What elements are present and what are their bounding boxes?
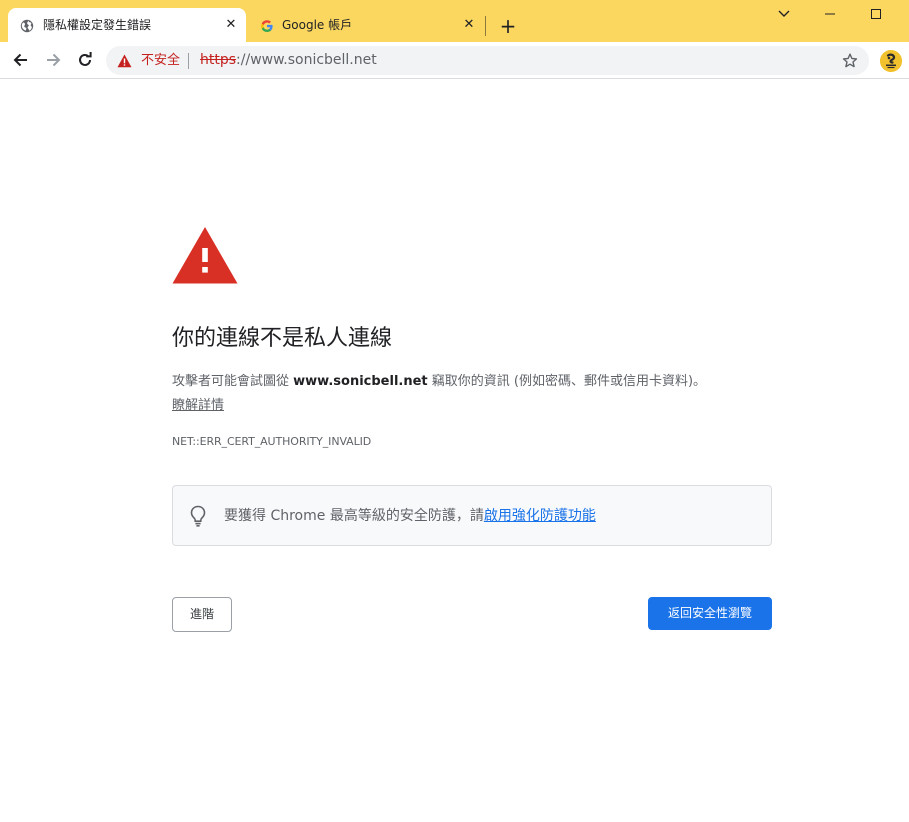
explanation-text-before: 攻擊者可能會試圖從 <box>172 374 294 389</box>
learn-more-link[interactable]: 瞭解詳情 <box>172 396 224 416</box>
globe-icon <box>20 18 34 33</box>
tab-google-account[interactable]: Google 帳戶 ✕ <box>248 8 486 42</box>
minimize-button[interactable] <box>818 4 842 24</box>
tab-title: Google 帳戶 <box>282 18 353 32</box>
browser-toolbar: 不安全 https://www.sonicbell.net <box>0 42 909 79</box>
url-host: ://www.sonicbell.net <box>236 52 377 68</box>
lightbulb-icon <box>189 505 207 527</box>
back-to-safety-button[interactable]: 返回安全性瀏覽 <box>648 597 772 630</box>
security-status-label[interactable]: 不安全 <box>141 52 180 69</box>
not-secure-warning-icon[interactable] <box>117 53 132 68</box>
promo-text: 要獲得 Chrome 最高等級的安全防護，請啟用強化防護功能 <box>224 507 596 525</box>
tab-close-button[interactable]: ✕ <box>461 17 477 33</box>
forward-arrow-icon[interactable] <box>43 50 63 70</box>
explanation-text-after: 竊取你的資訊 (例如密碼、郵件或信用卡資料)。 <box>427 374 707 389</box>
bookmark-star-icon[interactable] <box>841 52 859 70</box>
address-bar[interactable]: 不安全 https://www.sonicbell.net <box>106 46 869 75</box>
reload-icon[interactable] <box>75 50 95 70</box>
tab-close-button[interactable]: ✕ <box>223 17 239 33</box>
enable-enhanced-protection-link[interactable]: 啟用強化防護功能 <box>484 508 596 524</box>
warning-triangle-icon <box>172 226 238 284</box>
address-divider <box>188 53 189 69</box>
url-scheme: https <box>200 52 237 68</box>
maximize-button[interactable] <box>864 4 888 24</box>
enhanced-protection-promo: 要獲得 Chrome 最高等級的安全防護，請啟用強化防護功能 <box>172 485 772 546</box>
url-text[interactable]: https://www.sonicbell.net <box>200 52 377 69</box>
tab-separator <box>485 16 486 36</box>
profile-avatar[interactable] <box>880 50 902 72</box>
advanced-button[interactable]: 進階 <box>172 597 232 632</box>
explanation-host: www.sonicbell.net <box>293 374 428 389</box>
page-title: 你的連線不是私人連線 <box>172 326 393 351</box>
tab-title: 隱私權設定發生錯誤 <box>43 18 152 32</box>
new-tab-button[interactable]: + <box>498 16 518 36</box>
promo-message: 要獲得 Chrome 最高等級的安全防護，請 <box>224 508 484 524</box>
tab-strip: 隱私權設定發生錯誤 ✕ Google 帳戶 ✕ + <box>0 0 909 42</box>
back-arrow-icon[interactable] <box>11 50 31 70</box>
tab-search-chevron-icon[interactable] <box>772 4 796 24</box>
google-g-icon <box>260 18 274 32</box>
tab-privacy-error[interactable]: 隱私權設定發生錯誤 ✕ <box>8 8 246 42</box>
error-explanation: 攻擊者可能會試圖從 www.sonicbell.net 竊取你的資訊 (例如密碼… <box>172 372 772 392</box>
error-code: NET::ERR_CERT_AUTHORITY_INVALID <box>172 435 372 448</box>
